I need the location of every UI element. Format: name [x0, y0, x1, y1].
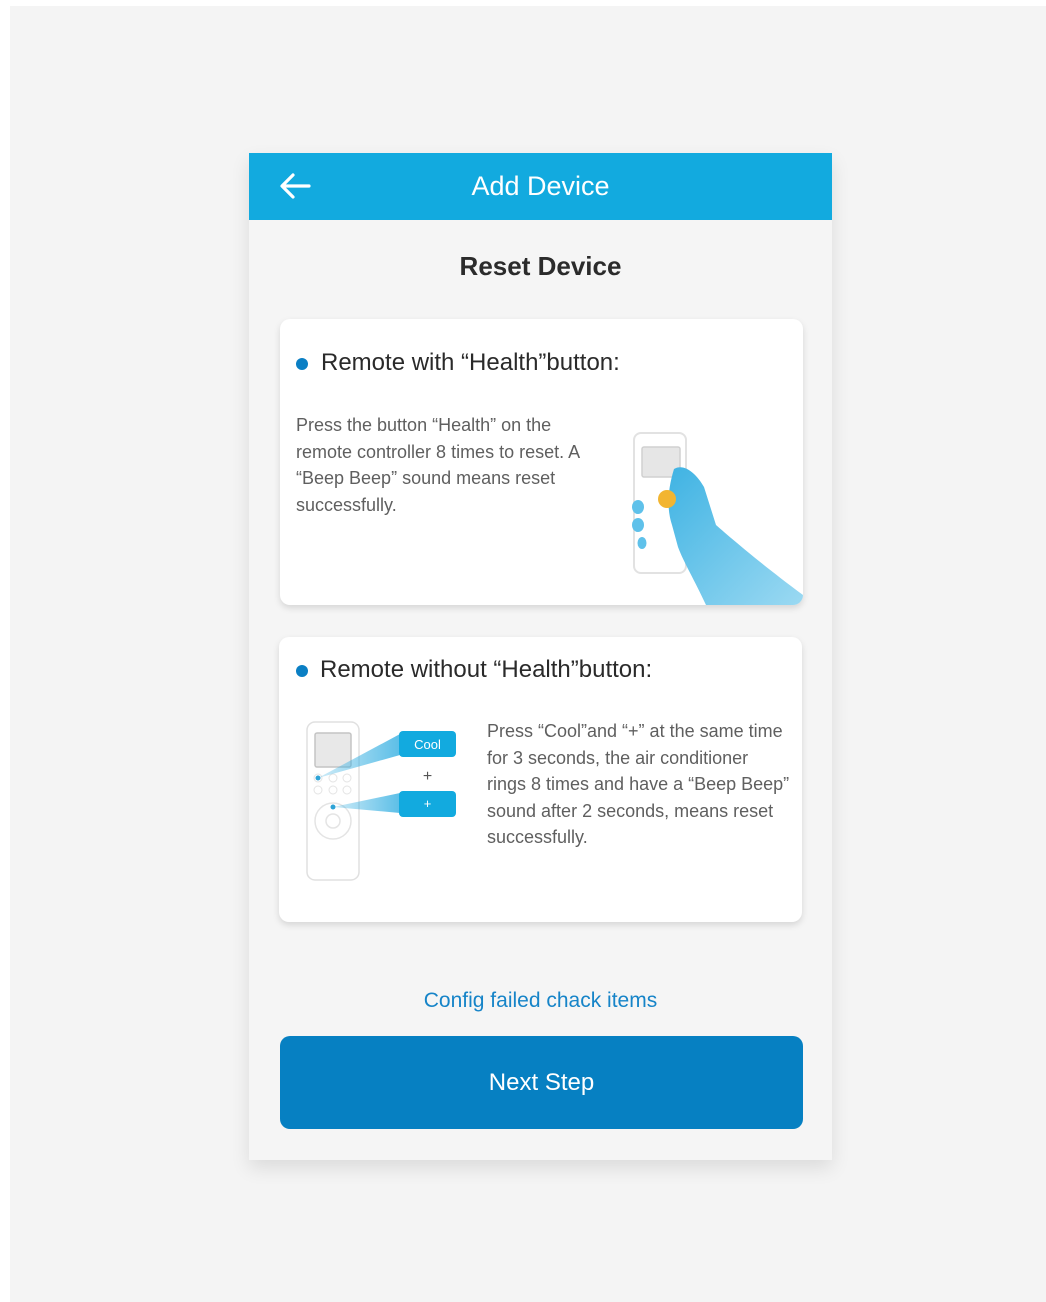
next-step-button[interactable]: Next Step [280, 1036, 803, 1129]
header-title: Add Device [471, 171, 610, 201]
next-step-label: Next Step [488, 1069, 595, 1096]
cool-key-label: Cool [414, 737, 441, 752]
card-title: Remote without “Health”button: [320, 656, 653, 683]
app-screen: Add Device Reset Device Remote with “Hea… [249, 153, 832, 1160]
hand-pressing-remote-illustration [632, 432, 803, 605]
instruction-card-no-health: Remote without “Health”button: Press “Co… [279, 637, 802, 922]
bullet-dot [296, 358, 308, 370]
config-failed-link[interactable]: Config failed chack items [249, 989, 832, 1013]
instruction-card-health: Remote with “Health”button: Press the bu… [280, 319, 803, 605]
back-button[interactable] [275, 167, 315, 207]
page-background: Add Device Reset Device Remote with “Hea… [10, 6, 1046, 1302]
remote-cool-plus-illustration: Cool + + [306, 721, 456, 881]
card-description: Press the button “Health” on the remote … [296, 415, 580, 515]
page-title: Reset Device [459, 251, 622, 281]
arrow-left-icon [280, 173, 311, 199]
card-description: Press “Cool”and “+” at the same time for… [487, 721, 790, 847]
header-bar: Add Device [249, 153, 832, 220]
plus-key-label: + [424, 796, 432, 811]
bullet-dot [296, 665, 308, 677]
plus-sign: + [423, 768, 432, 785]
card-title: Remote with “Health”button: [321, 349, 620, 376]
